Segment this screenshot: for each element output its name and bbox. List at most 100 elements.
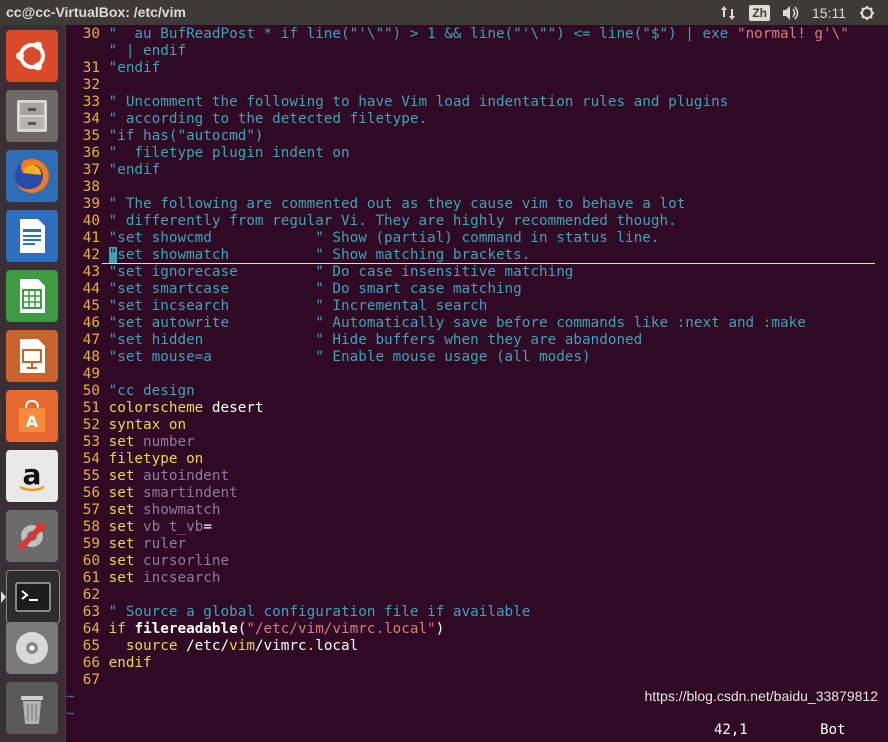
vim-line[interactable]: 63 " Source a global configuration file … [66, 604, 531, 621]
vim-line[interactable]: 37 "endif [66, 162, 160, 179]
vim-line[interactable]: 55 set autoindent [66, 468, 229, 485]
code-token: "set autowrite " Automatically save befo… [108, 315, 806, 331]
vim-line[interactable]: 47 "set hidden " Hide buffers when they … [66, 332, 643, 349]
vim-line[interactable]: 40 " differently from regular Vi. They a… [66, 213, 677, 230]
launcher-libreoffice-writer[interactable] [6, 210, 58, 262]
vim-line[interactable]: 39 " The following are commented out as … [66, 196, 686, 213]
vim-line[interactable]: " | endif [66, 43, 186, 60]
vim-line[interactable]: 44 "set smartcase " Do smart case matchi… [66, 281, 522, 298]
svg-text:a: a [23, 458, 42, 491]
line-number: 59 [82, 536, 100, 552]
launcher-firefox[interactable] [6, 150, 58, 202]
vim-line[interactable]: 35 "if has("autocmd") [66, 128, 264, 145]
launcher-trash[interactable] [6, 682, 58, 734]
line-number: 52 [82, 417, 100, 433]
vim-line[interactable]: 34 " according to the detected filetype. [66, 111, 427, 128]
vim-line[interactable]: 64 if filereadable("/etc/vim/vimrc.local… [66, 621, 445, 638]
code-token: . [306, 638, 316, 654]
power-gear-icon[interactable] [858, 4, 876, 22]
launcher-software-center[interactable]: A [6, 390, 58, 442]
code-token: desert [211, 400, 264, 416]
code-token: "if has("autocmd") [108, 128, 264, 144]
code-token: set [108, 502, 144, 518]
line-number: 42 [82, 247, 100, 263]
trash-icon [21, 696, 43, 724]
clock[interactable]: 15:11 [812, 5, 846, 21]
vim-line[interactable]: 66 endif [66, 655, 152, 672]
line-number: 39 [82, 196, 100, 212]
empty-line-tilde: ~ [66, 706, 75, 722]
vim-line[interactable]: 45 "set incsearch " Incremental search [66, 298, 488, 315]
code-token: if [108, 621, 135, 637]
line-number: 34 [82, 111, 100, 127]
launcher-ubuntu-dash[interactable] [6, 30, 58, 82]
volume-icon[interactable] [782, 4, 800, 22]
vim-line[interactable]: 54 filetype on [66, 451, 204, 468]
vim-line[interactable]: 65 source /etc/vim/vimrc.local [66, 638, 358, 655]
vim-line[interactable]: 43 "set ignorecase " Do case insensitive… [66, 264, 574, 281]
code-token: set [108, 519, 144, 535]
vim-line[interactable]: 53 set number [66, 434, 195, 451]
amazon-logo-icon: a [19, 458, 45, 492]
calc-spreadsheet-icon [20, 279, 45, 313]
code-token: " Uncomment the following to have Vim lo… [108, 94, 729, 110]
vim-line[interactable]: 62 [66, 587, 109, 604]
launcher-amazon[interactable]: a [6, 450, 58, 502]
text-cursor: " [108, 247, 118, 263]
vim-line[interactable]: 58 set vb t_vb= [66, 519, 212, 536]
launcher-libreoffice-calc[interactable] [6, 270, 58, 322]
vim-line[interactable]: 67 [66, 672, 109, 689]
vim-line[interactable]: 52 syntax on [66, 417, 186, 434]
vim-line[interactable]: 50 "cc design [66, 383, 195, 400]
line-number: 49 [82, 366, 100, 382]
vim-line[interactable]: 61 set incsearch [66, 570, 221, 587]
code-token: local [315, 638, 359, 654]
code-token: " filetype plugin indent on [108, 145, 350, 161]
code-token: set [108, 485, 144, 501]
code-token: "/etc/vim/vimrc.local" [246, 621, 436, 637]
vim-line[interactable]: 42 "set showmatch " Show matching bracke… [66, 247, 530, 264]
code-token: "cc design [108, 383, 195, 399]
code-token: on [186, 451, 204, 467]
vim-line[interactable]: 57 set showmatch [66, 502, 221, 519]
vim-line[interactable]: 30 " au BufReadPost * if line("'\"") > 1… [66, 26, 849, 43]
vim-line[interactable]: 60 set cursorline [66, 553, 229, 570]
vim-line[interactable]: 36 " filetype plugin indent on [66, 145, 350, 162]
vim-line[interactable]: 31 "endif [66, 60, 160, 77]
launcher-libreoffice-impress[interactable] [6, 330, 58, 382]
line-number: 37 [82, 162, 100, 178]
vim-line[interactable]: 32 [66, 77, 109, 94]
network-updown-icon[interactable] [719, 4, 737, 22]
line-number: 48 [82, 349, 100, 365]
line-number: 50 [82, 383, 100, 399]
vim-line[interactable]: 41 "set showcmd " Show (partial) command… [66, 230, 660, 247]
line-number: 55 [82, 468, 100, 484]
code-token: source [108, 638, 187, 654]
code-token: set showmatch " Show matching brackets. [117, 247, 531, 263]
code-token: filereadable [134, 621, 238, 637]
scroll-position: Bot [820, 722, 846, 738]
launcher-terminal[interactable] [1, 570, 60, 624]
vim-line[interactable]: 48 "set mouse=a " Enable mouse usage (al… [66, 349, 591, 366]
code-token: " according to the detected filetype. [108, 111, 428, 127]
launcher-dvd[interactable] [6, 622, 58, 674]
vim-line[interactable]: 51 colorscheme desert [66, 400, 264, 417]
launcher-files[interactable] [6, 90, 58, 142]
vim-line[interactable]: 56 set smartindent [66, 485, 238, 502]
settings-gear-wrench-icon [16, 522, 46, 552]
launcher-system-settings[interactable] [6, 510, 58, 562]
vim-line[interactable]: 59 set ruler [66, 536, 186, 553]
input-method-indicator[interactable]: Zh [749, 4, 770, 21]
terminal-window[interactable]: 30 " au BufReadPost * if line("'\"") > 1… [66, 25, 888, 742]
code-token: "set mouse=a " Enable mouse usage (all m… [108, 349, 591, 365]
vim-line[interactable]: 49 [66, 366, 109, 383]
vim-line[interactable]: 33 " Uncomment the following to have Vim… [66, 94, 729, 111]
vim-line[interactable]: 38 [66, 179, 109, 196]
line-number: 63 [82, 604, 100, 620]
disc-icon [16, 632, 48, 664]
code-token: "set showcmd " Show (partial) command in… [108, 230, 660, 246]
vim-status-line: 42,1 Bot [714, 722, 845, 738]
vim-line[interactable]: 46 "set autowrite " Automatically save b… [66, 315, 806, 332]
line-number: 43 [82, 264, 100, 280]
line-number: 32 [82, 77, 100, 93]
